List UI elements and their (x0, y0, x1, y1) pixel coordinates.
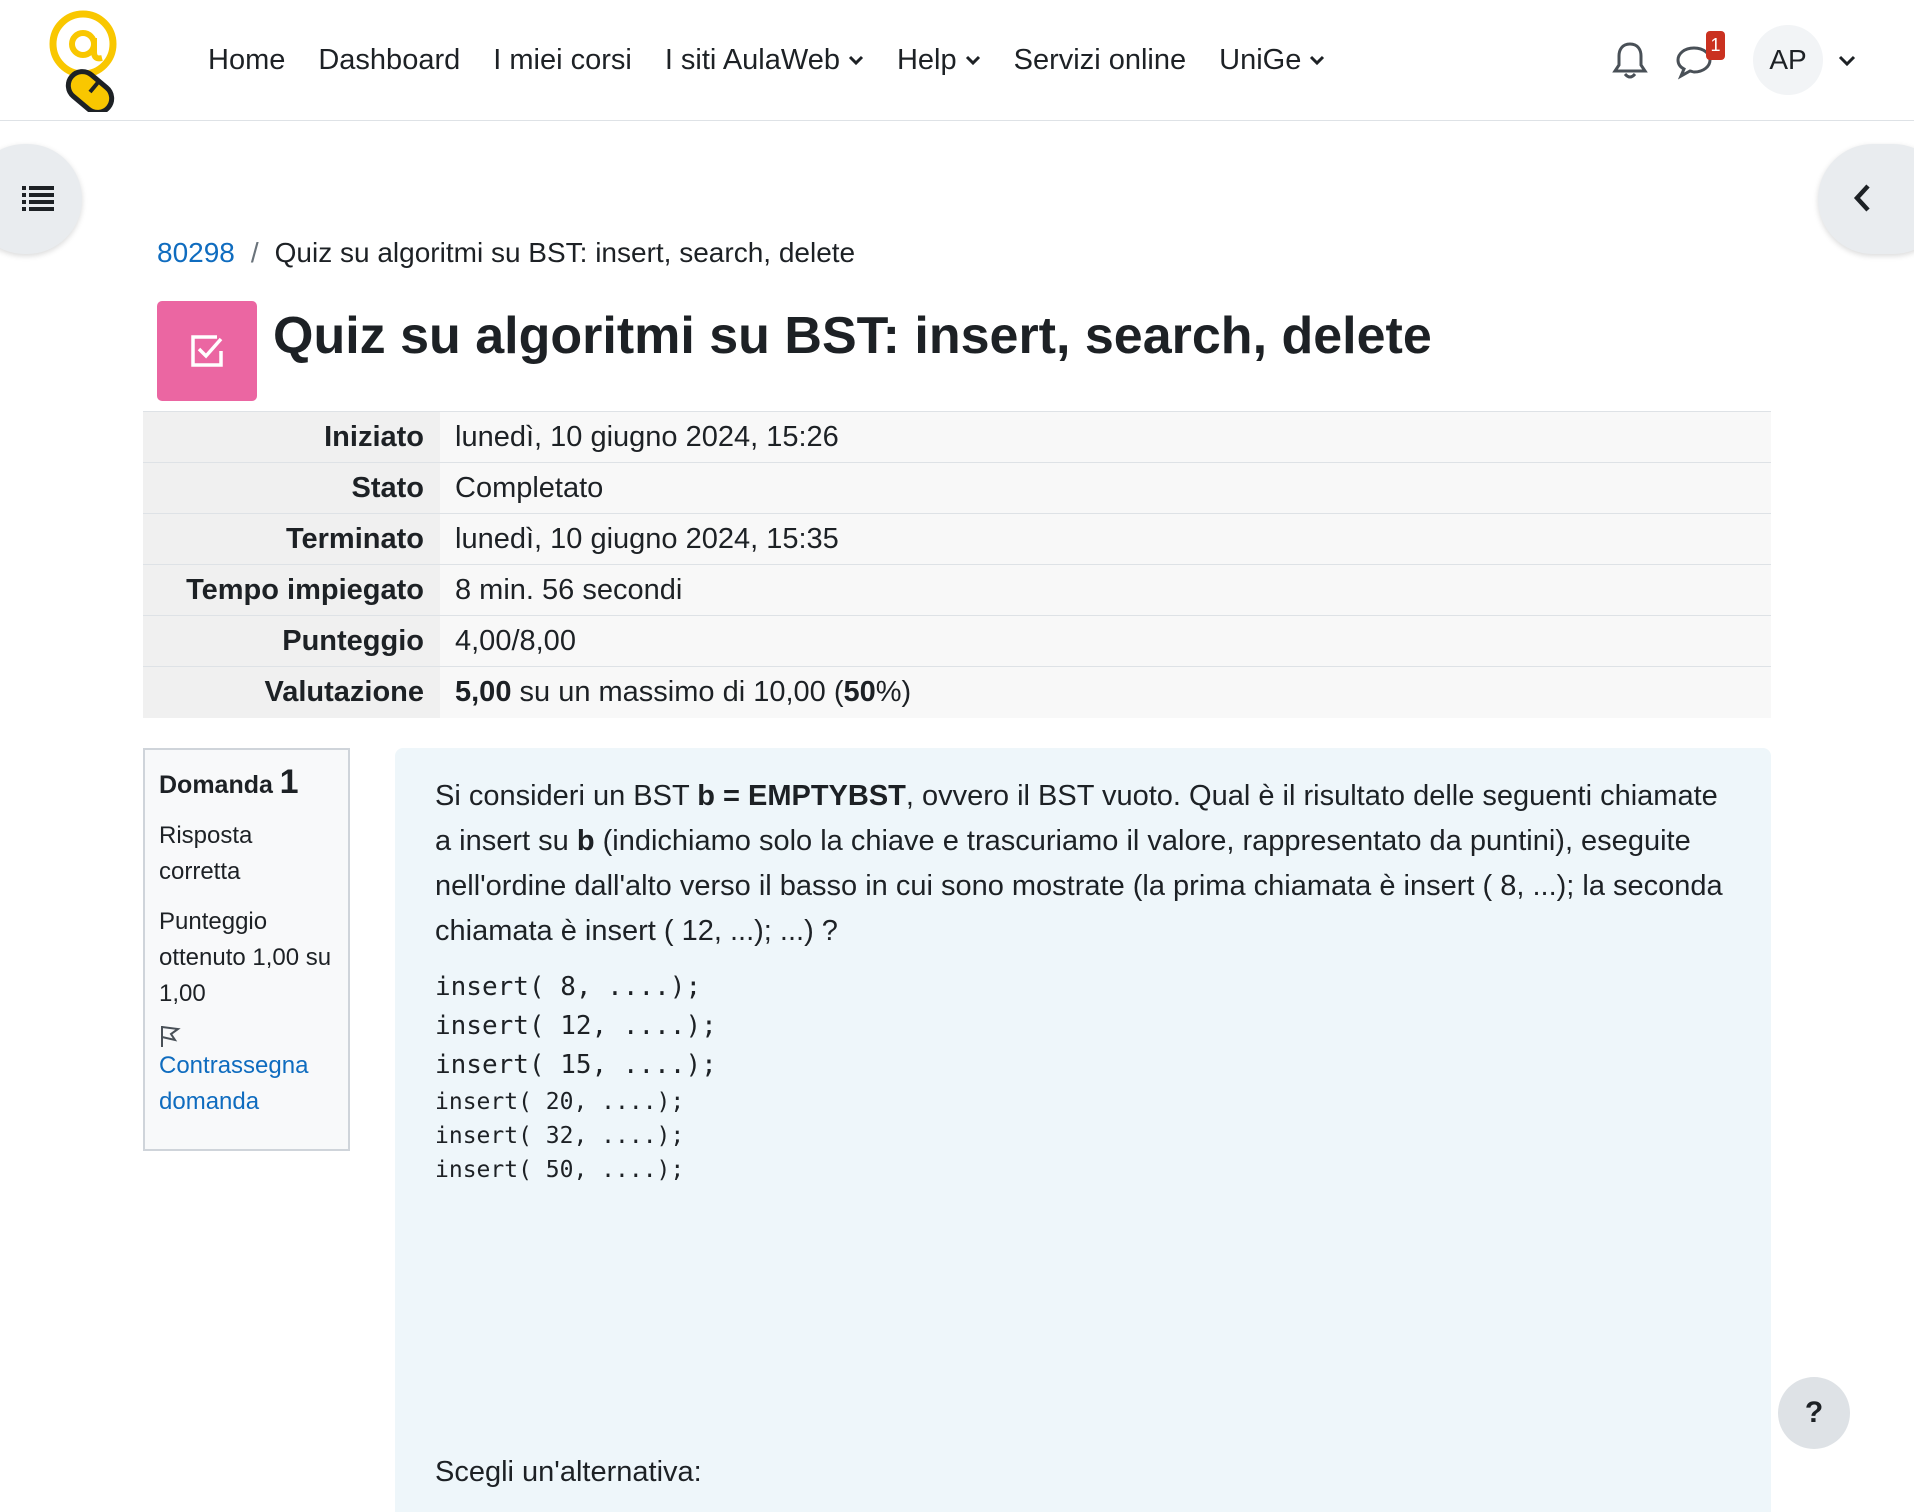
summary-row-grade: Valutazione 5,00 su un massimo di 10,00 … (143, 666, 1771, 718)
nav-online-services[interactable]: Servizi online (1014, 44, 1186, 77)
summary-label: Punteggio (143, 615, 440, 667)
message-count-badge: 1 (1706, 31, 1725, 60)
course-index-toggle[interactable] (0, 144, 82, 254)
summary-row: Stato Completato (143, 462, 1771, 514)
user-avatar[interactable]: AP (1753, 25, 1823, 95)
question-text-part: (indichiamo solo la chiave e trascuriamo… (435, 825, 1723, 947)
nav-home[interactable]: Home (208, 44, 285, 77)
summary-value: lunedì, 10 giugno 2024, 15:35 (440, 513, 1771, 565)
chevron-down-icon (965, 55, 980, 66)
nav-dashboard-label: Dashboard (318, 44, 461, 76)
summary-row: Iniziato lunedì, 10 giugno 2024, 15:26 (143, 411, 1771, 463)
help-button[interactable]: ? (1778, 1377, 1850, 1449)
nav-online-services-label: Servizi online (1013, 44, 1187, 76)
bell-icon[interactable] (1612, 40, 1648, 80)
aulaweb-logo[interactable] (46, 8, 120, 112)
primary-navigation: Home Dashboard I miei corsi I siti AulaW… (208, 0, 1358, 121)
summary-label: Terminato (143, 513, 440, 565)
page-title: Quiz su algoritmi su BST: insert, search… (273, 307, 1432, 365)
question-info-panel: Domanda 1 Risposta corretta Punteggio ot… (143, 748, 350, 1151)
list-icon (22, 186, 54, 211)
grade-score: 5,00 (455, 675, 512, 708)
grade-percent: 50 (843, 675, 876, 708)
nav-help-label: Help (896, 44, 957, 76)
question-text-bold: b (576, 825, 595, 857)
summary-value: 4,00/8,00 (440, 615, 1771, 667)
summary-row: Punteggio 4,00/8,00 (143, 615, 1771, 667)
flag-icon[interactable] (159, 1024, 181, 1048)
breadcrumb-separator: / (250, 237, 259, 268)
summary-value: Completato (440, 462, 1771, 514)
summary-label: Valutazione (143, 666, 440, 718)
question-text-part: Si consideri un BST (435, 780, 698, 812)
nav-home-label: Home (208, 44, 286, 76)
flag-question-link[interactable]: Contrassegna domanda (159, 1048, 334, 1120)
summary-grade-value: 5,00 su un massimo di 10,00 (50%) (440, 666, 1771, 718)
question-number-value: 1 (279, 763, 299, 801)
chevron-down-icon (848, 55, 864, 66)
block-drawer-toggle[interactable] (1818, 144, 1914, 254)
code-line: insert( 32, ....); (435, 1123, 685, 1149)
breadcrumb-current: Quiz su algoritmi su BST: insert, search… (274, 237, 856, 268)
question-content: Si consideri un BST b = EMPTYBST, ovvero… (395, 748, 1771, 1512)
code-line: insert( 15, ....); (435, 1050, 717, 1080)
checkbox-icon (191, 335, 223, 367)
grade-middle-text: su un massimo di 10,00 ( (511, 675, 844, 708)
code-line: insert( 12, ....); (435, 1011, 717, 1041)
summary-label: Iniziato (143, 411, 440, 463)
code-line: insert( 8, ....); (435, 972, 702, 1002)
nav-dashboard[interactable]: Dashboard (318, 44, 460, 77)
top-navbar: Home Dashboard I miei corsi I siti AulaW… (0, 0, 1914, 121)
summary-value: lunedì, 10 giugno 2024, 15:26 (440, 411, 1771, 463)
summary-row: Tempo impiegato 8 min. 56 secondi (143, 564, 1771, 616)
choose-prompt: Scegli un'alternativa: (435, 1456, 702, 1488)
chevron-down-icon[interactable] (1838, 55, 1856, 67)
chevron-down-icon (1310, 55, 1325, 66)
code-block: insert( 8, ....); insert( 12, ....); ins… (435, 968, 1731, 1187)
nav-unige[interactable]: UniGe (1219, 44, 1325, 77)
nav-my-courses[interactable]: I miei corsi (493, 44, 632, 77)
breadcrumb: 80298 / Quiz su algoritmi su BST: insert… (157, 237, 855, 269)
question-text: Si consideri un BST b = EMPTYBST, ovvero… (435, 774, 1731, 954)
question-number: Domanda 1 (159, 764, 334, 804)
question-text-bold: b = EMPTYBST (697, 780, 906, 812)
code-line: insert( 50, ....); (435, 1157, 685, 1183)
nav-aulaweb-sites[interactable]: I siti AulaWeb (665, 44, 864, 77)
question-grade: Punteggio ottenuto 1,00 su 1,00 (159, 908, 332, 1007)
summary-row: Terminato lunedì, 10 giugno 2024, 15:35 (143, 513, 1771, 565)
grade-end-text: %) (875, 675, 912, 708)
chevron-left-icon (1853, 184, 1870, 212)
nav-my-courses-label: I miei corsi (493, 44, 632, 76)
breadcrumb-course-link[interactable]: 80298 (157, 237, 235, 269)
summary-value: 8 min. 56 secondi (440, 564, 1771, 616)
code-line: insert( 20, ....); (435, 1089, 685, 1115)
attempt-summary-table: Iniziato lunedì, 10 giugno 2024, 15:26 S… (143, 411, 1771, 718)
nav-aulaweb-sites-label: I siti AulaWeb (664, 44, 840, 76)
nav-help[interactable]: Help (897, 44, 981, 77)
summary-label: Tempo impiegato (143, 564, 440, 616)
summary-label: Stato (143, 462, 440, 514)
question-state: Risposta corretta (159, 822, 253, 885)
nav-unige-label: UniGe (1219, 44, 1302, 76)
question-number-label: Domanda (159, 771, 273, 799)
quiz-activity-icon (157, 301, 257, 401)
